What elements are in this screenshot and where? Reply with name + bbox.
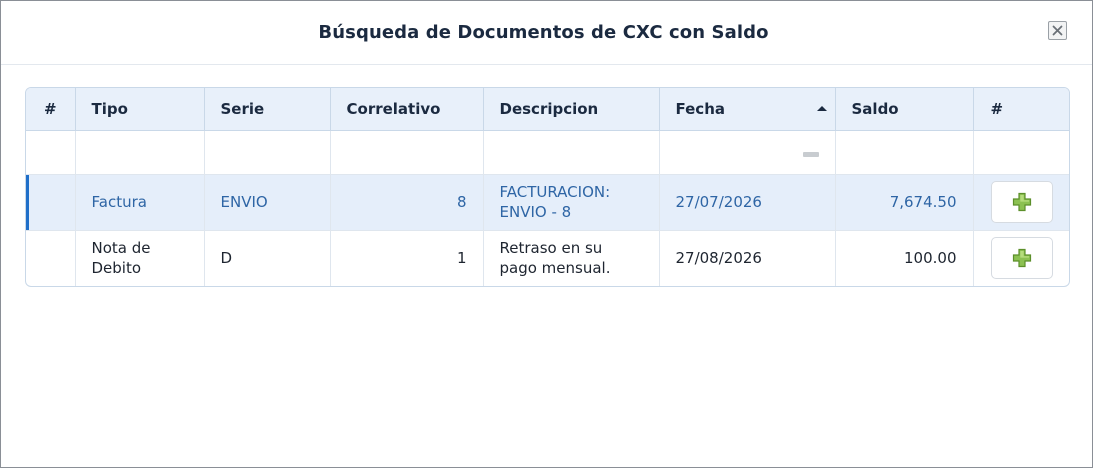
column-header-actions: # bbox=[973, 88, 1069, 131]
column-header-tipo[interactable]: Tipo bbox=[75, 88, 205, 131]
column-header-serie[interactable]: Serie bbox=[204, 88, 331, 131]
dialog: Búsqueda de Documentos de CXC con Saldo … bbox=[0, 0, 1093, 468]
filter-cell-fecha[interactable] bbox=[659, 130, 836, 175]
filter-cell-descripcion[interactable] bbox=[483, 130, 660, 175]
dialog-header: Búsqueda de Documentos de CXC con Saldo bbox=[1, 1, 1092, 65]
filter-cell-correlativo[interactable] bbox=[330, 130, 484, 175]
documents-table: # Tipo Serie Correlativo Descripcion Fec… bbox=[26, 88, 1069, 286]
column-header-index: # bbox=[26, 88, 76, 131]
cell-correlativo: 1 bbox=[330, 230, 484, 286]
filter-cell-tipo[interactable] bbox=[75, 130, 205, 175]
cell-tipo: Factura bbox=[75, 174, 205, 231]
documents-grid: # Tipo Serie Correlativo Descripcion Fec… bbox=[25, 87, 1070, 287]
filter-cell-index bbox=[26, 130, 76, 175]
close-button[interactable] bbox=[1048, 21, 1067, 40]
table-row[interactable]: Factura ENVIO 8 FACTURACION: ENVIO - 8 2… bbox=[26, 174, 1069, 231]
cell-descripcion: Retraso en su pago mensual. bbox=[483, 230, 660, 286]
add-document-button[interactable] bbox=[991, 181, 1054, 223]
sort-ascending-icon bbox=[816, 106, 827, 111]
dialog-title: Búsqueda de Documentos de CXC con Saldo bbox=[318, 22, 769, 43]
row-index-cell bbox=[26, 174, 76, 231]
column-header-fecha[interactable]: Fecha bbox=[659, 88, 836, 131]
plus-icon bbox=[1013, 248, 1032, 268]
column-header-descripcion[interactable]: Descripcion bbox=[483, 88, 660, 131]
cell-fecha: 27/08/2026 bbox=[659, 230, 836, 286]
cell-descripcion: FACTURACION: ENVIO - 8 bbox=[483, 174, 660, 231]
cell-actions bbox=[973, 230, 1069, 286]
cell-serie: ENVIO bbox=[204, 174, 331, 231]
column-header-fecha-label: Fecha bbox=[675, 99, 726, 118]
cell-serie: D bbox=[204, 230, 331, 286]
filter-row bbox=[26, 130, 1069, 175]
close-icon bbox=[1052, 25, 1063, 36]
cell-fecha: 27/07/2026 bbox=[659, 174, 836, 231]
filter-cell-serie[interactable] bbox=[204, 130, 331, 175]
add-document-button[interactable] bbox=[991, 237, 1054, 279]
filter-cell-saldo[interactable] bbox=[835, 130, 974, 175]
table-row[interactable]: Nota de Debito D 1 Retraso en su pago me… bbox=[26, 230, 1069, 286]
cell-actions bbox=[973, 174, 1069, 231]
cell-saldo: 100.00 bbox=[835, 230, 974, 286]
filter-operator-icon[interactable] bbox=[802, 151, 819, 157]
cell-tipo: Nota de Debito bbox=[75, 230, 205, 286]
plus-icon bbox=[1013, 192, 1032, 212]
cell-correlativo: 8 bbox=[330, 174, 484, 231]
row-index-cell bbox=[26, 230, 76, 286]
column-header-saldo[interactable]: Saldo bbox=[835, 88, 974, 131]
column-header-correlativo[interactable]: Correlativo bbox=[330, 88, 484, 131]
header-row: # Tipo Serie Correlativo Descripcion Fec… bbox=[26, 88, 1069, 131]
filter-cell-actions bbox=[973, 130, 1069, 175]
cell-saldo: 7,674.50 bbox=[835, 174, 974, 231]
